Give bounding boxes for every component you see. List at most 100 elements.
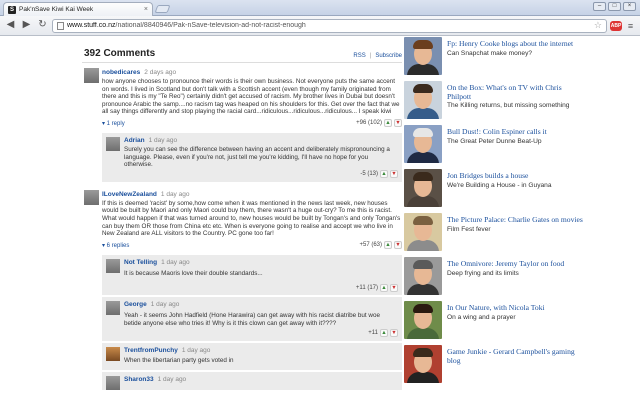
adblock-extension-icon[interactable]: ABP (610, 20, 622, 31)
stuff-favicon-icon: S (8, 5, 16, 14)
bookmark-star-icon[interactable]: ☆ (594, 20, 602, 31)
thumbs-up-icon[interactable]: ▲ (380, 329, 388, 337)
blogger-photo[interactable] (404, 125, 442, 163)
photo-shoulders (407, 152, 439, 163)
blog-title-link[interactable]: On the Box: What's on TV with Chris Phil… (447, 83, 584, 101)
reply-time: 1 day ago (181, 346, 211, 354)
blog-text: The Omnivore: Jeremy Taylor on food Deep … (447, 257, 584, 298)
blog-title-link[interactable]: The Picture Palace: Charlie Gates on mov… (447, 215, 584, 225)
thumbs-up-icon[interactable]: ▲ (380, 170, 388, 179)
comment: ILoveNewZealand 1 day ago If this is deem… (82, 189, 402, 391)
reply-author[interactable]: Adrian (124, 137, 145, 144)
photo-shoulders (407, 284, 439, 295)
browser-tab[interactable]: S Pak'nSave Kiwi Kai Week × (3, 2, 153, 16)
blogger-photo[interactable] (404, 37, 442, 75)
blog-list-item[interactable]: The Picture Palace: Charlie Gates on mov… (404, 213, 584, 254)
address-bar[interactable]: www.stuff.co.nz/national/8840946/Pak-nSa… (52, 18, 607, 33)
photo-hair (413, 128, 433, 137)
blog-list-item[interactable]: In Our Nature, with Nicola Toki On a wing… (404, 301, 584, 342)
header-separator: | (369, 53, 372, 59)
comments-section: 392 Comments RSS | Subscribe nobedicares… (82, 37, 402, 391)
blog-list-item[interactable]: The Omnivore: Jeremy Taylor on food Deep … (404, 257, 584, 298)
blogger-photo[interactable] (404, 213, 442, 251)
thumbs-up-icon[interactable]: ▲ (384, 119, 392, 128)
blog-list-item[interactable]: Game Junkie - Gerard Campbell's gaming b… (404, 345, 584, 386)
thumbs-up-icon[interactable]: ▲ (384, 241, 392, 250)
blog-text: Jon Bridges builds a house We're Building… (447, 169, 584, 210)
blog-latest-post-link[interactable]: Deep frying and its limits (447, 270, 584, 278)
replies-toggle[interactable]: ▾ 1 reply (102, 120, 125, 127)
blog-title-link[interactable]: In Our Nature, with Nicola Toki (447, 303, 584, 313)
blogger-photo[interactable] (404, 81, 442, 119)
reply-item: Not Telling 1 day ago It is because Maori… (102, 252, 402, 296)
blogs-sidebar: Fp: Henry Cooke blogs about the internet… (404, 37, 584, 389)
thumbs-down-icon[interactable]: ▼ (390, 170, 398, 179)
blogger-photo[interactable] (404, 169, 442, 207)
blog-text: In Our Nature, with Nicola Toki On a wing… (447, 301, 584, 342)
photo-hair (413, 172, 433, 181)
thumbs-down-icon[interactable]: ▼ (390, 329, 398, 337)
comment-author[interactable]: ILoveNewZealand (102, 191, 157, 198)
thumbs-up-icon[interactable]: ▲ (380, 283, 388, 292)
photo-shoulders (407, 372, 439, 383)
blog-title-link[interactable]: Fp: Henry Cooke blogs about the internet (447, 39, 584, 49)
tab-strip: S Pak'nSave Kiwi Kai Week × – □ × (0, 0, 640, 16)
blog-latest-post-link[interactable]: On a wing and a prayer (447, 314, 584, 322)
thumbs-down-icon[interactable]: ▼ (394, 241, 402, 250)
reply-text: Surely you can see the difference betwee… (124, 145, 390, 169)
thumbs-down-icon[interactable]: ▼ (394, 119, 402, 128)
avatar[interactable] (106, 346, 120, 361)
vote-controls: -5 (13) ▲ ▼ (360, 170, 398, 179)
forward-arrow-icon[interactable]: ▶ (20, 19, 33, 32)
rss-link[interactable]: RSS (353, 53, 365, 59)
url-host: www.stuff.co.nz (67, 22, 116, 29)
reload-icon[interactable]: ↻ (36, 19, 49, 32)
blog-title-link[interactable]: Jon Bridges builds a house (447, 171, 584, 181)
maximize-button[interactable]: □ (608, 2, 621, 11)
blog-latest-post-link[interactable]: The Great Peter Dunne Beat-Up (447, 138, 584, 146)
blogger-photo[interactable] (404, 345, 442, 383)
new-tab-button[interactable] (154, 5, 171, 13)
reply-author[interactable]: TrentfromPunchy (124, 347, 178, 354)
blog-title-link[interactable]: The Omnivore: Jeremy Taylor on food (447, 259, 584, 269)
blogger-photo[interactable] (404, 257, 442, 295)
reply-meta: Sharon33 1 day ago (124, 375, 398, 384)
window-close-button[interactable]: × (623, 2, 636, 11)
reply-author[interactable]: Sharon33 (124, 376, 154, 383)
comments-header-links: RSS | Subscribe (353, 53, 402, 59)
wrench-menu-icon[interactable]: ≡ (625, 21, 636, 31)
close-icon[interactable]: × (144, 6, 148, 13)
page-icon (57, 21, 64, 30)
window-controls: – □ × (593, 2, 636, 11)
subscribe-link[interactable]: Subscribe (375, 53, 402, 59)
avatar[interactable] (106, 258, 120, 273)
blog-latest-post-link[interactable]: We're Building a House - in Guyana (447, 182, 584, 190)
avatar[interactable] (106, 301, 120, 316)
reply-time: 1 day ago (150, 301, 180, 309)
blog-list-item[interactable]: Fp: Henry Cooke blogs about the internet… (404, 37, 584, 78)
comments-header: 392 Comments RSS | Subscribe (82, 37, 402, 63)
back-arrow-icon[interactable]: ◀ (4, 19, 17, 32)
blog-list-item[interactable]: Jon Bridges builds a house We're Building… (404, 169, 584, 210)
blog-latest-post-link[interactable]: The Killing returns, but missing somethi… (447, 102, 584, 110)
comment-author[interactable]: nobedicares (102, 69, 140, 76)
blog-text: The Picture Palace: Charlie Gates on mov… (447, 213, 584, 254)
avatar[interactable] (106, 136, 120, 151)
reply-author[interactable]: Not Telling (124, 259, 157, 266)
minimize-button[interactable]: – (593, 2, 606, 11)
blog-latest-post-link[interactable]: Film Fest fever (447, 226, 584, 234)
blog-title-link[interactable]: Bull Dust!: Colin Espiner calls it (447, 127, 584, 137)
blog-list-item[interactable]: On the Box: What's on TV with Chris Phil… (404, 81, 584, 122)
blogger-photo[interactable] (404, 301, 442, 339)
reply-meta: Not Telling 1 day ago (124, 258, 398, 267)
avatar[interactable] (84, 68, 99, 83)
blog-title-link[interactable]: Game Junkie - Gerard Campbell's gaming b… (447, 347, 584, 365)
thumbs-down-icon[interactable]: ▼ (390, 283, 398, 292)
replies-toggle[interactable]: ▾ 6 replies (102, 242, 129, 249)
blog-list-item[interactable]: Bull Dust!: Colin Espiner calls it The Gr… (404, 125, 584, 166)
url-text[interactable]: www.stuff.co.nz/national/8840946/Pak-nSa… (67, 22, 591, 29)
reply-author[interactable]: George (124, 301, 147, 308)
avatar[interactable] (106, 376, 120, 391)
blog-latest-post-link[interactable]: Can Snapchat make money? (447, 50, 584, 58)
avatar[interactable] (84, 189, 99, 205)
